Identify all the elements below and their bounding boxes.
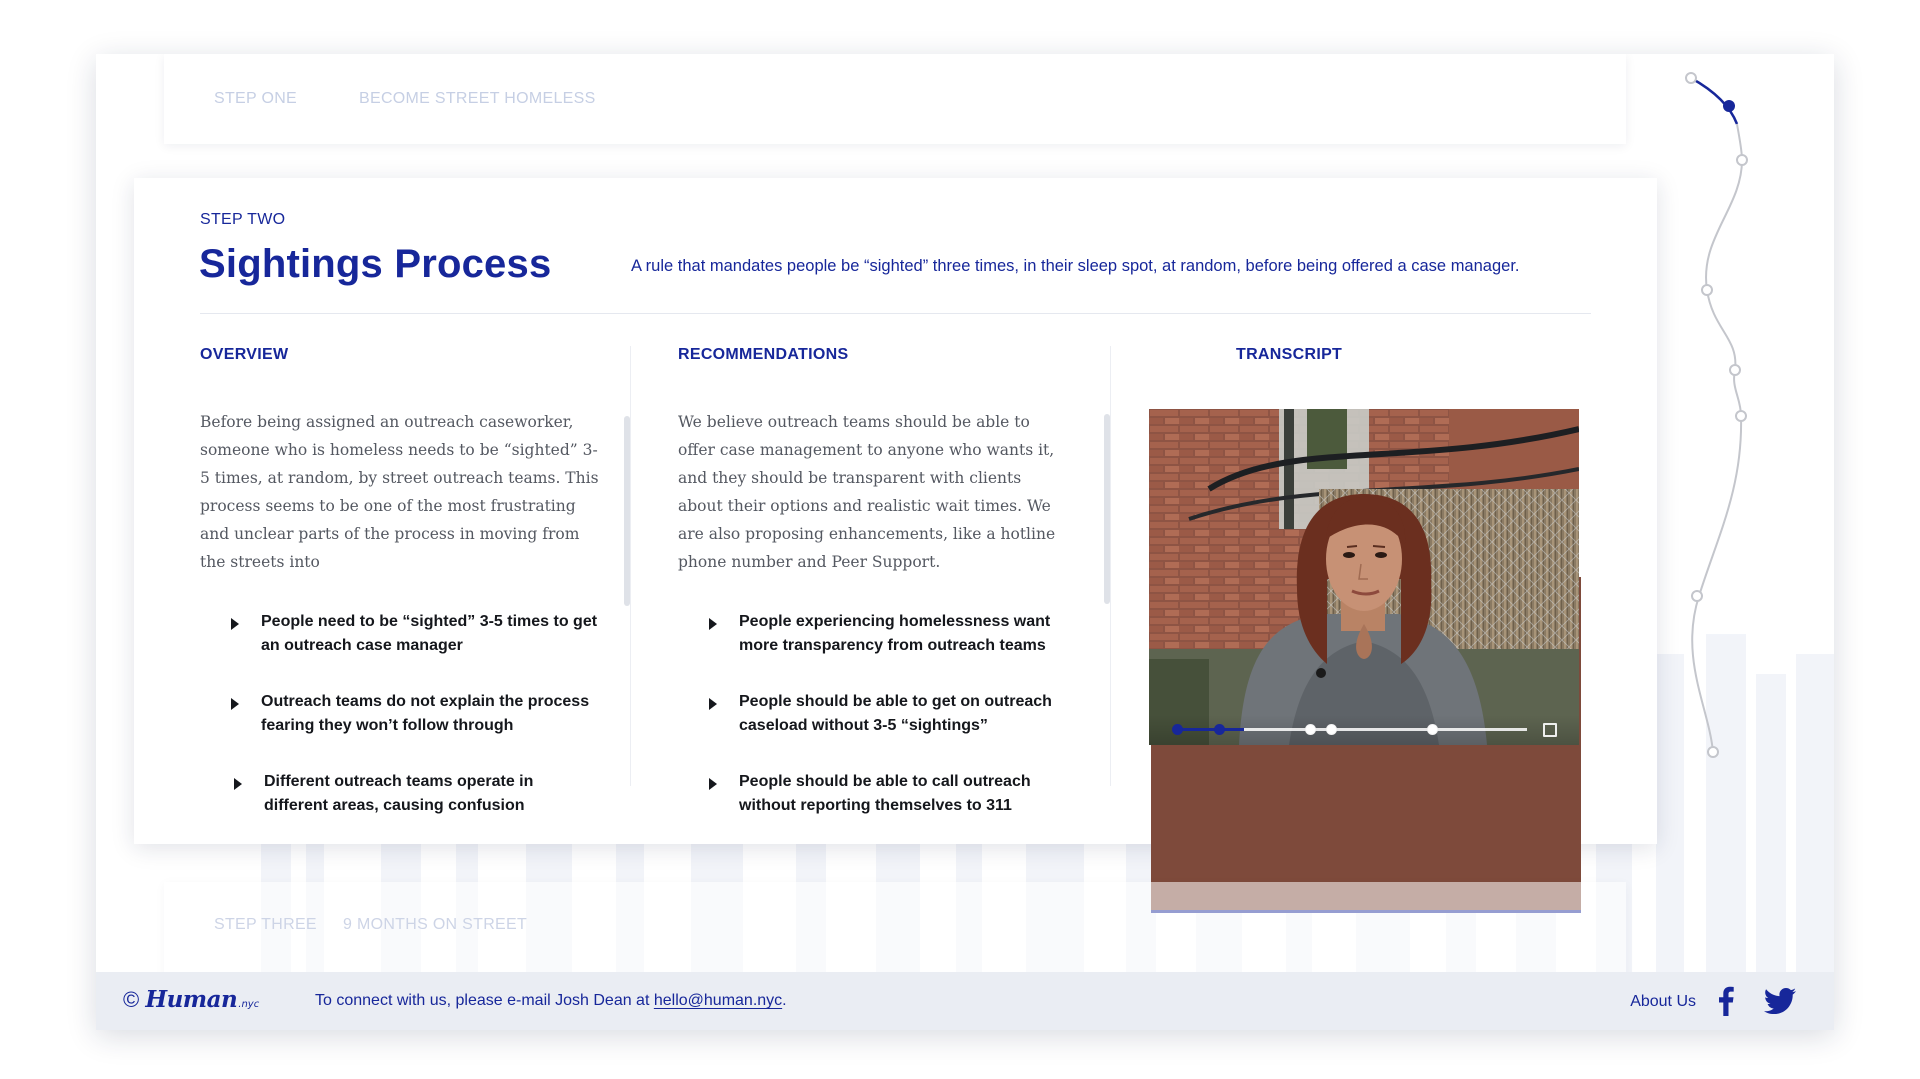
- recommendations-column: RECOMMENDATIONS We believe outreach team…: [678, 346, 1078, 850]
- step-three-card[interactable]: STEP THREE 9 MONTHS ON STREET: [164, 882, 1626, 982]
- step-one-number: STEP ONE: [214, 90, 298, 107]
- timeline-node-active[interactable]: [1723, 100, 1735, 112]
- bullet-text: People need to be “sighted” 3-5 times to…: [261, 613, 598, 654]
- step-description: A rule that mandates people be “sighted”…: [631, 257, 1520, 275]
- header-divider: [200, 313, 1591, 314]
- overview-bullets: People need to be “sighted” 3-5 times to…: [200, 610, 600, 818]
- overview-column: OVERVIEW Before being assigned an outrea…: [200, 346, 600, 850]
- twitter-icon[interactable]: [1764, 988, 1796, 1014]
- contact-text: To connect with us, please e-mail Josh D…: [315, 992, 654, 1009]
- list-item: Different outreach teams operate in diff…: [200, 770, 600, 818]
- triangle-bullet-icon: [709, 778, 717, 790]
- brand-wordmark: Human: [145, 986, 238, 1013]
- tab-transcript[interactable]: TRANSCRIPT: [1236, 346, 1342, 364]
- contact-email-link[interactable]: hello@human.nyc: [654, 992, 782, 1009]
- step-one-card[interactable]: STEP ONE BECOME STREET HOMELESS: [164, 54, 1626, 144]
- triangle-bullet-icon: [234, 778, 242, 790]
- bullet-text: Different outreach teams operate in diff…: [264, 773, 534, 814]
- timeline-node[interactable]: [1729, 364, 1741, 376]
- timeline-remaining-path: [1691, 123, 1744, 753]
- column-separator: [1110, 346, 1111, 786]
- bullet-text: Outreach teams do not explain the proces…: [261, 693, 590, 734]
- video-chapter-marker[interactable]: [1304, 724, 1316, 735]
- recommendations-scrollbar[interactable]: [1104, 414, 1110, 604]
- contact-suffix: .: [782, 992, 787, 1009]
- list-item: People need to be “sighted” 3-5 times to…: [200, 610, 600, 658]
- timeline-node[interactable]: [1701, 284, 1713, 296]
- contact-line: To connect with us, please e-mail Josh D…: [315, 992, 787, 1010]
- list-item: People experiencing homelessness want mo…: [678, 610, 1078, 658]
- list-item: People should be able to call outreach w…: [678, 770, 1078, 818]
- overview-body: Before being assigned an outreach casewo…: [200, 413, 599, 571]
- video-chapter-marker[interactable]: [1213, 724, 1225, 735]
- app-frame: STEP ONE BECOME STREET HOMELESS STEP TWO…: [96, 54, 1834, 1030]
- step-three-title: 9 MONTHS ON STREET: [343, 916, 528, 933]
- footer: © Human.nyc To connect with us, please e…: [96, 972, 1834, 1030]
- timeline-node[interactable]: [1735, 410, 1747, 422]
- overview-heading: OVERVIEW: [200, 346, 289, 363]
- journey-timeline[interactable]: [1669, 68, 1789, 968]
- step-two-card: STEP TWO Sightings Process A rule that m…: [134, 178, 1657, 913]
- about-us-link[interactable]: About Us: [1630, 993, 1696, 1011]
- triangle-bullet-icon: [231, 618, 239, 630]
- bullet-text: People should be able to call outreach w…: [739, 773, 1031, 814]
- video-chapter-marker[interactable]: [1171, 724, 1183, 735]
- brand-tld: .nyc: [238, 999, 260, 1010]
- list-item: Outreach teams do not explain the proces…: [200, 690, 600, 738]
- step-one-title: BECOME STREET HOMELESS: [359, 90, 596, 107]
- video-chapter-marker[interactable]: [1427, 724, 1438, 735]
- facebook-icon[interactable]: [1718, 986, 1734, 1016]
- triangle-bullet-icon: [231, 698, 239, 710]
- video-progress-track[interactable]: [1177, 728, 1527, 731]
- recommendations-bullets: People experiencing homelessness want mo…: [678, 610, 1078, 818]
- page-title: Sightings Process: [199, 242, 552, 286]
- timeline-node[interactable]: [1707, 746, 1719, 758]
- human-nyc-logo[interactable]: © Human.nyc: [123, 986, 259, 1013]
- overview-scrollbar[interactable]: [624, 416, 630, 606]
- timeline-node[interactable]: [1691, 590, 1703, 602]
- fullscreen-icon[interactable]: [1543, 723, 1557, 737]
- video-frame: [1149, 409, 1579, 745]
- video-controls: [1149, 715, 1579, 745]
- step-two-eyebrow: STEP TWO: [200, 211, 286, 228]
- timeline-node[interactable]: [1736, 154, 1748, 166]
- bullet-text: People experiencing homelessness want mo…: [739, 613, 1051, 654]
- list-item: People should be able to get on outreach…: [678, 690, 1078, 738]
- video-chapter-marker[interactable]: [1325, 724, 1337, 735]
- triangle-bullet-icon: [709, 698, 717, 710]
- video-progress-played: [1177, 728, 1244, 731]
- triangle-bullet-icon: [709, 618, 717, 630]
- column-separator: [630, 346, 631, 786]
- copyright-symbol: ©: [123, 987, 140, 1012]
- step-three-number: STEP THREE: [214, 916, 317, 933]
- timeline-node[interactable]: [1685, 72, 1697, 84]
- video-player[interactable]: [1149, 409, 1579, 745]
- bullet-text: People should be able to get on outreach…: [739, 693, 1052, 734]
- recommendations-body: We believe outreach teams should be able…: [678, 413, 1056, 571]
- recommendations-heading: RECOMMENDATIONS: [678, 346, 849, 363]
